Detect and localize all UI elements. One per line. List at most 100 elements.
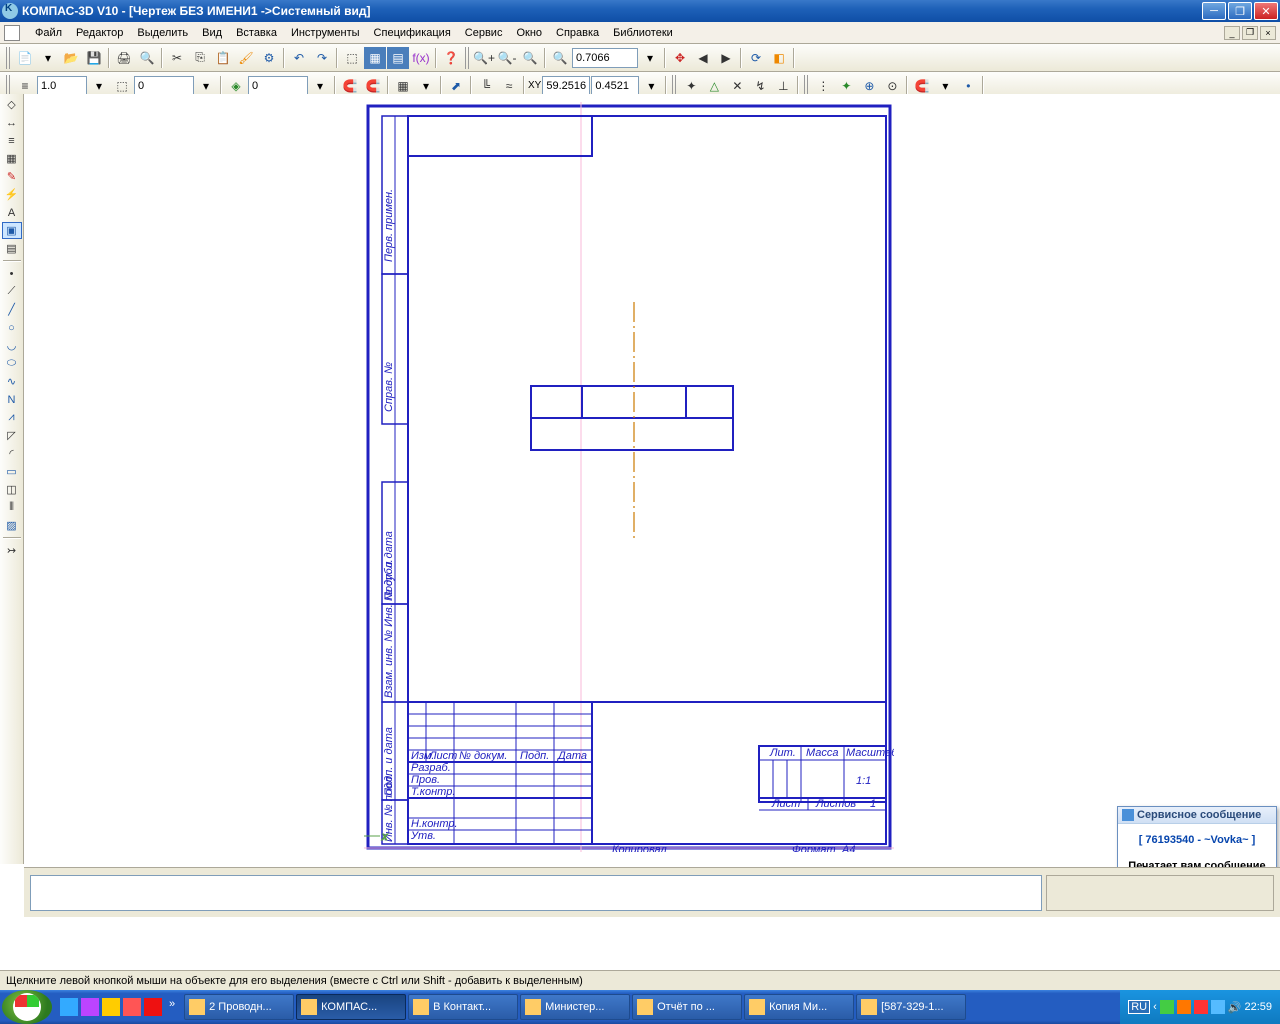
dropdown-arrow-icon[interactable]: ▾ [37, 47, 59, 69]
menu-insert[interactable]: Вставка [229, 25, 284, 41]
zoom-value-input[interactable] [572, 48, 638, 68]
ql-expand-icon[interactable]: » [169, 998, 175, 1016]
maximize-button[interactable]: ❐ [1228, 2, 1252, 20]
dimensions-icon[interactable]: ↔ [2, 114, 22, 131]
toolbar-grip[interactable] [6, 47, 11, 69]
taskbar-app-button[interactable]: 2 Проводн... [184, 994, 294, 1020]
menu-select[interactable]: Выделить [130, 25, 195, 41]
zoom-window-icon[interactable]: 🔍 [519, 47, 541, 69]
command-input[interactable] [30, 875, 1042, 911]
y-coord-input[interactable] [591, 76, 639, 96]
arc-icon[interactable]: ◡ [2, 337, 22, 354]
taskbar-app-button[interactable]: Министер... [520, 994, 630, 1020]
denote2-icon[interactable]: ▦ [2, 150, 22, 167]
spec-icon[interactable]: ▤ [2, 240, 22, 257]
new-icon[interactable]: 📄 [14, 47, 36, 69]
menu-window[interactable]: Окно [509, 25, 549, 41]
print-icon[interactable]: 🖨 [113, 47, 135, 69]
undo-icon[interactable]: ↶ [288, 47, 310, 69]
zoom-fit-icon[interactable]: 🔍 [549, 47, 571, 69]
tray-icon[interactable] [1194, 1000, 1208, 1014]
panel2-icon[interactable]: ▤ [387, 47, 409, 69]
popup-link[interactable]: [ 76193540 - ~Vovka~ ] [1139, 834, 1256, 846]
hatch-icon[interactable]: ▨ [2, 517, 22, 534]
equidist-icon[interactable]: ⫴ [2, 499, 22, 516]
variables-icon[interactable]: f(x) [410, 47, 432, 69]
zoom-out-icon[interactable]: 🔍- [496, 47, 518, 69]
tray-clock[interactable]: 22:59 [1244, 1001, 1272, 1013]
mdi-restore[interactable]: ❐ [1242, 26, 1258, 40]
tray-lang[interactable]: RU [1128, 1000, 1150, 1014]
denote-icon[interactable]: ≡ [2, 132, 22, 149]
fillet-icon[interactable]: ◜ [2, 445, 22, 462]
step-input[interactable] [134, 76, 194, 96]
params-icon[interactable]: ⚡ [2, 186, 22, 203]
layer-input[interactable] [248, 76, 308, 96]
taskbar-app-button[interactable]: Отчёт по ... [632, 994, 742, 1020]
segment-icon[interactable]: ╱ [2, 301, 22, 318]
taskbar-app-button[interactable]: КОМПАС... [296, 994, 406, 1020]
tray-expand-icon[interactable]: ‹ [1153, 1001, 1157, 1013]
polyline-icon[interactable]: ⩘ [2, 409, 22, 426]
toolbar-grip[interactable] [465, 47, 470, 69]
redo-icon[interactable]: ↷ [311, 47, 333, 69]
tray-network-icon[interactable] [1211, 1000, 1225, 1014]
tray-icon[interactable] [1160, 1000, 1174, 1014]
mdi-close[interactable]: × [1260, 26, 1276, 40]
open-icon[interactable]: 📂 [60, 47, 82, 69]
ellipse-icon[interactable]: ⬭ [2, 355, 22, 372]
menu-spec[interactable]: Спецификация [367, 25, 458, 41]
preview-icon[interactable]: 🔍 [136, 47, 158, 69]
measure-icon[interactable]: A [2, 204, 22, 221]
minimize-button[interactable]: ─ [1202, 2, 1226, 20]
prev-view-icon[interactable]: ◀ [692, 47, 714, 69]
ql-opera-icon[interactable] [144, 998, 162, 1016]
rect-icon[interactable]: ▭ [2, 463, 22, 480]
menu-edit[interactable]: Редактор [69, 25, 130, 41]
taskbar-app-button[interactable]: [587-329-1... [856, 994, 966, 1020]
copy-props-icon[interactable]: 🖌 [235, 47, 257, 69]
cut-icon[interactable]: ✂ [166, 47, 188, 69]
point-icon[interactable]: • [2, 265, 22, 282]
menu-service[interactable]: Сервис [458, 25, 510, 41]
close-button[interactable]: ✕ [1254, 2, 1278, 20]
next-view-icon[interactable]: ▶ [715, 47, 737, 69]
ql-ie-icon[interactable] [60, 998, 78, 1016]
tray-volume-icon[interactable]: 🔊 [1228, 1001, 1242, 1014]
help-context-icon[interactable]: ❓ [440, 47, 462, 69]
properties-icon[interactable]: ⚙ [258, 47, 280, 69]
menu-view[interactable]: Вид [195, 25, 229, 41]
taskbar-app-button[interactable]: В Контакт... [408, 994, 518, 1020]
mdi-doc-icon[interactable] [4, 25, 20, 41]
circle-icon[interactable]: ○ [2, 319, 22, 336]
ql-warn-icon[interactable] [102, 998, 120, 1016]
copy-icon[interactable]: ⎘ [189, 47, 211, 69]
x-coord-input[interactable] [542, 76, 590, 96]
tray-icon[interactable] [1177, 1000, 1191, 1014]
mdi-minimize[interactable]: _ [1224, 26, 1240, 40]
tree-icon[interactable]: ⬚ [341, 47, 363, 69]
ql-media-icon[interactable] [81, 998, 99, 1016]
chamfer-icon[interactable]: ◸ [2, 427, 22, 444]
edit-icon[interactable]: ✎ [2, 168, 22, 185]
linewidth-input[interactable] [37, 76, 87, 96]
menu-libs[interactable]: Библиотеки [606, 25, 680, 41]
menu-file[interactable]: Файл [28, 25, 69, 41]
refresh-icon[interactable]: ⟳ [745, 47, 767, 69]
select-icon[interactable]: ▣ [2, 222, 22, 239]
collect-icon[interactable]: ◫ [2, 481, 22, 498]
spline-curve-icon[interactable]: ∿ [2, 373, 22, 390]
layers-icon[interactable]: ▦ [364, 47, 386, 69]
ql-qip-icon[interactable] [123, 998, 141, 1016]
geometry-icon[interactable]: ◇ [2, 96, 22, 113]
dropdown-arrow-icon[interactable]: ▾ [639, 47, 661, 69]
zoom-in-icon[interactable]: 🔍+ [473, 47, 495, 69]
save-icon[interactable]: 💾 [83, 47, 105, 69]
paste-icon[interactable]: 📋 [212, 47, 234, 69]
drawing-canvas[interactable]: Изм. Лист № докум. Подп. Дата Разраб. Пр… [24, 94, 1280, 864]
menu-tools[interactable]: Инструменты [284, 25, 367, 41]
orientation-icon[interactable]: ◧ [768, 47, 790, 69]
panel-expand-icon[interactable]: ↣ [2, 542, 22, 559]
aux-line-icon[interactable]: ⟋ [2, 283, 22, 300]
bezier-icon[interactable]: N [2, 391, 22, 408]
